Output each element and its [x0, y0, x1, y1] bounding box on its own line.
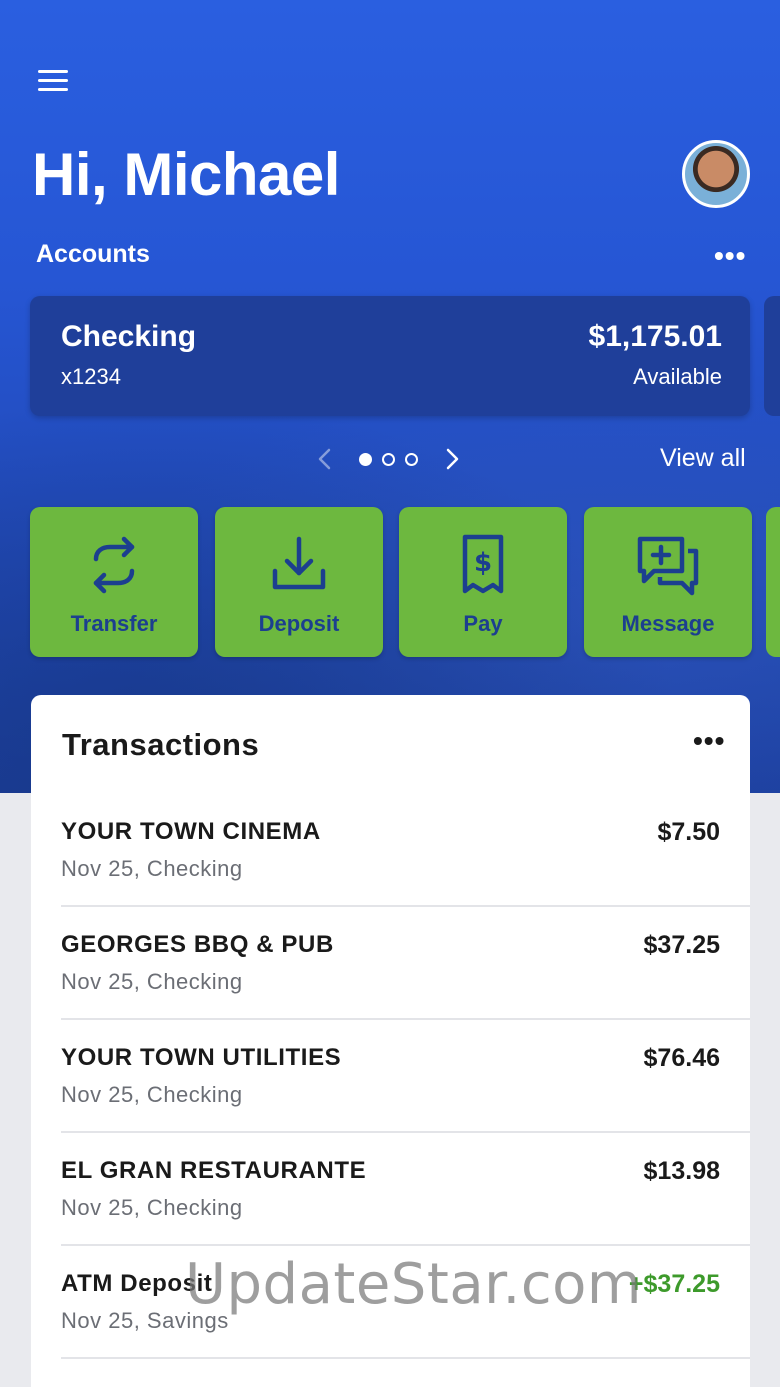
next-action-peek[interactable]: [766, 507, 780, 657]
pager-next-chevron-icon[interactable]: [437, 444, 467, 474]
account-number: x1234: [61, 364, 121, 389]
pager-dot[interactable]: [382, 452, 395, 466]
transaction-details: Nov 25, Checking: [61, 1195, 243, 1220]
transaction-name: YOUR TOWN UTILITIES: [61, 1044, 342, 1071]
pay-button[interactable]: $ Pay: [399, 507, 567, 657]
deposit-icon: [272, 536, 326, 590]
account-balance: $1,175.01: [588, 320, 722, 353]
transaction-row[interactable]: YOUR TOWN UTILITIES $76.46 Nov 25, Check…: [61, 1020, 750, 1133]
transfer-label: Transfer: [70, 611, 158, 636]
profile-avatar[interactable]: [682, 140, 750, 208]
message-button[interactable]: Message: [584, 507, 752, 657]
transactions-more-icon[interactable]: •••: [693, 725, 725, 757]
accounts-more-icon[interactable]: •••: [714, 240, 746, 272]
pager-dots: [354, 452, 423, 466]
transaction-amount: $13.98: [643, 1157, 720, 1185]
transaction-row[interactable]: EL GRAN RESTAURANTE $13.98 Nov 25, Check…: [61, 1133, 750, 1246]
account-balance-label: Available: [633, 364, 722, 389]
transaction-name: GEORGES BBQ & PUB: [61, 931, 334, 958]
pager-prev-chevron-icon[interactable]: [310, 444, 340, 474]
transaction-row[interactable]: YOUR TOWN CINEMA $7.50 Nov 25, Checking: [61, 794, 750, 907]
account-name: Checking: [61, 320, 197, 353]
accounts-label: Accounts: [36, 240, 150, 268]
pay-receipt-icon: $: [462, 534, 504, 594]
transaction-details: Nov 25, Checking: [61, 1082, 243, 1107]
message-icon: [637, 536, 699, 596]
watermark-text: UpdateStar.com: [185, 1252, 642, 1317]
transaction-name: YOUR TOWN CINEMA: [61, 818, 321, 845]
transaction-amount: $37.25: [643, 931, 720, 959]
deposit-button[interactable]: Deposit: [215, 507, 383, 657]
transaction-amount: +$37.25: [628, 1270, 720, 1298]
transaction-details: Nov 25, Checking: [61, 856, 243, 881]
transactions-title: Transactions: [62, 727, 260, 762]
transaction-row[interactable]: GEORGES BBQ & PUB $37.25 Nov 25, Checkin…: [61, 907, 750, 1020]
greeting-title: Hi, Michael: [32, 141, 340, 208]
deposit-label: Deposit: [258, 611, 340, 636]
pager-dot[interactable]: [359, 452, 372, 466]
next-account-card-peek[interactable]: [764, 296, 780, 416]
account-pager: [310, 444, 467, 474]
transaction-amount: $7.50: [657, 818, 720, 846]
transfer-button[interactable]: Transfer: [30, 507, 198, 657]
hamburger-menu-icon[interactable]: [38, 70, 68, 94]
view-all-link[interactable]: View all: [660, 444, 746, 473]
message-label: Message: [621, 611, 715, 636]
transaction-amount: $76.46: [643, 1044, 720, 1072]
transaction-details: Nov 25, Checking: [61, 969, 243, 994]
pay-label: Pay: [463, 611, 503, 636]
svg-text:$: $: [474, 548, 492, 578]
transaction-name: EL GRAN RESTAURANTE: [61, 1157, 367, 1184]
account-card-checking[interactable]: Checking x1234 $1,175.01 Available: [30, 296, 750, 416]
pager-dot[interactable]: [405, 452, 418, 466]
transfer-icon: [93, 536, 135, 594]
